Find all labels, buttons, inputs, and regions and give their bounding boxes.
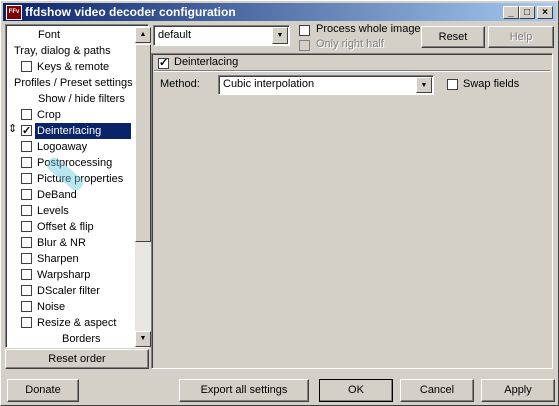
app-icon: FFv	[6, 5, 22, 20]
tree-item-checkbox[interactable]	[21, 109, 32, 120]
tree-item-label: Borders	[62, 333, 101, 345]
tree-item-checkbox[interactable]	[21, 253, 32, 264]
reset-button[interactable]: Reset	[421, 26, 485, 48]
chevron-down-icon[interactable]: ▼	[272, 27, 288, 44]
tree-item-label: Font	[38, 29, 61, 41]
tree-item-checkbox[interactable]	[21, 61, 32, 72]
tree-scrollbar[interactable]: ▲ ▼	[135, 27, 151, 347]
cancel-label: Cancel	[419, 384, 455, 396]
swap-fields-checkbox[interactable]	[447, 79, 458, 90]
close-button[interactable]: ×	[537, 6, 553, 19]
tree-item-checkbox[interactable]	[21, 189, 32, 200]
section-divider	[154, 70, 550, 72]
tree-item-label: Logoaway	[37, 141, 88, 153]
reset-order-button[interactable]: Reset order	[5, 349, 149, 369]
filter-tree[interactable]: Font Tray, dialog & paths Keys & remote Pro…	[5, 24, 151, 348]
tree-item-checkbox[interactable]	[21, 157, 32, 168]
tree-item-checkbox[interactable]	[21, 221, 32, 232]
preset-value: default	[158, 29, 192, 41]
tree-item-label: Sharpen	[37, 253, 79, 265]
tree-item-label: Show / hide filters	[38, 93, 125, 105]
cancel-button[interactable]: Cancel	[400, 379, 474, 402]
process-whole-image-label: Process whole image	[316, 23, 421, 35]
reorder-handle-icon[interactable]: ⇕	[8, 124, 17, 135]
main-window: FFv ffdshow video decoder configuration …	[0, 0, 559, 406]
tree-item-label: Noise	[37, 301, 66, 313]
process-whole-image-checkbox[interactable]	[299, 25, 310, 36]
export-settings-button[interactable]: Export all settings	[179, 379, 309, 402]
tree-item-label: Resize & aspect	[37, 317, 117, 329]
export-label: Export all settings	[200, 384, 288, 396]
tree-item-checkbox[interactable]	[21, 173, 32, 184]
tree-item-label: DScaler filter	[37, 285, 100, 297]
tree-item-checkbox[interactable]	[21, 237, 32, 248]
maximize-button[interactable]: □	[519, 6, 535, 19]
tree-item-label: Crop	[37, 109, 61, 121]
tree-item-label: Deinterlacing	[35, 123, 104, 139]
tree-item-label: Offset & flip	[37, 221, 94, 233]
minimize-button[interactable]: _	[503, 6, 519, 19]
swap-fields-label: Swap fields	[463, 78, 520, 90]
preset-select[interactable]: default ▼	[153, 25, 290, 46]
apply-label: Apply	[504, 384, 532, 396]
ok-label: OK	[348, 384, 364, 396]
tree-item-label: Tray, dialog & paths	[14, 45, 111, 57]
chevron-down-icon[interactable]: ▼	[416, 77, 432, 93]
scroll-down-button[interactable]: ▼	[135, 331, 151, 347]
reset-label: Reset	[438, 31, 468, 43]
help-label: Help	[509, 31, 533, 43]
tree-item-checkbox[interactable]	[21, 141, 32, 152]
tree-item-checkbox[interactable]	[21, 123, 32, 139]
tree-item-checkbox[interactable]	[21, 317, 32, 328]
donate-button[interactable]: Donate	[7, 379, 79, 402]
tree-item-checkbox[interactable]	[21, 205, 32, 216]
tree-item-checkbox[interactable]	[21, 285, 32, 296]
ok-button[interactable]: OK	[319, 379, 393, 402]
reset-order-label: Reset order	[48, 353, 106, 365]
tree-item-label: Levels	[37, 205, 69, 217]
tree-item-label: Keys & remote	[37, 61, 110, 73]
help-button[interactable]: Help	[488, 26, 554, 48]
tree-item-label: Blur & NR	[37, 237, 86, 249]
scroll-up-button[interactable]: ▲	[135, 27, 151, 43]
method-label: Method:	[160, 78, 200, 90]
scroll-thumb[interactable]	[135, 44, 151, 242]
only-right-half-checkbox[interactable]	[299, 40, 310, 51]
method-value: Cubic interpolation	[223, 78, 315, 90]
only-right-half-label: Only right half	[316, 38, 384, 50]
settings-panel: Deinterlacing Method: Cubic interpolatio…	[151, 53, 553, 369]
deinterlacing-enable-checkbox[interactable]	[158, 56, 169, 69]
method-select[interactable]: Cubic interpolation ▼	[218, 75, 434, 95]
title-bar[interactable]: FFv ffdshow video decoder configuration …	[3, 3, 556, 21]
tree-item-checkbox[interactable]	[21, 301, 32, 312]
apply-button[interactable]: Apply	[481, 379, 555, 402]
tree-item-checkbox[interactable]	[21, 269, 32, 280]
deinterlacing-enable-label: Deinterlacing	[174, 56, 239, 68]
tree-item-label: Profiles / Preset settings	[14, 77, 133, 89]
window-title: ffdshow video decoder configuration	[25, 5, 236, 19]
tree-item-label: Warpsharp	[37, 269, 91, 281]
donate-label: Donate	[25, 384, 61, 396]
